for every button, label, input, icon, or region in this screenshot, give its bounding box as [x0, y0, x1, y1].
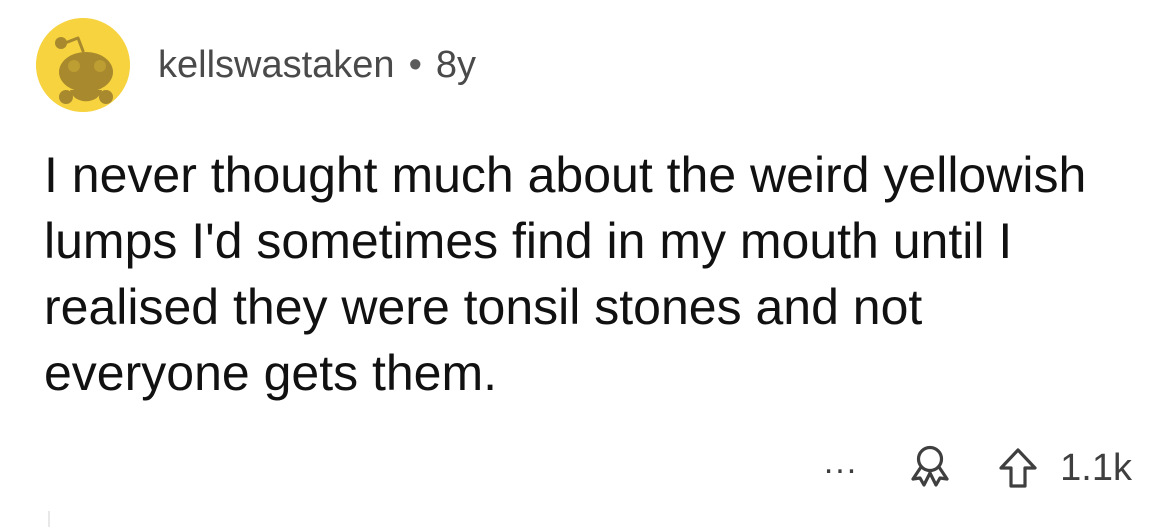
comment-actions: ... 1.1k [824, 438, 1132, 498]
comment-meta: kellswastaken • 8y [158, 46, 476, 84]
award-icon-graphic [911, 445, 949, 487]
snoo-avatar-icon[interactable] [36, 18, 130, 112]
partial-divider [48, 511, 50, 527]
comment-body: I never thought much about the weird yel… [44, 147, 1087, 401]
upvote-arrow-icon-graphic [999, 448, 1037, 488]
upvote-arrow-icon[interactable] [994, 444, 1042, 492]
vote-score: 1.1k [1060, 447, 1132, 489]
comment-header: kellswastaken • 8y [36, 18, 476, 112]
snoo-avatar-icon-graphic [36, 18, 130, 112]
meta-separator: • [408, 44, 422, 86]
username[interactable]: kellswastaken [158, 46, 395, 84]
comment-card: kellswastaken • 8y I never thought much … [0, 0, 1170, 527]
comment-age: 8y [435, 44, 477, 86]
award-icon[interactable] [904, 442, 956, 494]
more-options-button[interactable]: ... [824, 445, 858, 479]
